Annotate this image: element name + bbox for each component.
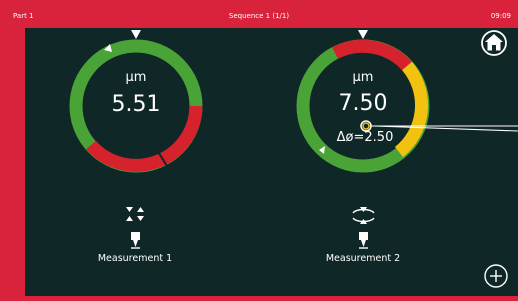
measurement-2-label[interactable]: Measurement 2	[293, 253, 433, 264]
gauge-2-unit: µm	[352, 70, 374, 85]
probe-icon-2	[359, 232, 368, 249]
home-icon[interactable]	[481, 30, 507, 56]
add-icon[interactable]	[484, 264, 508, 288]
clamp-arrows-icon	[126, 207, 144, 221]
gauge-2-delta: Δø=2.50	[336, 130, 394, 145]
gauge-2-value: 7.50	[338, 91, 388, 116]
gauge-2-indicator-dot	[362, 122, 370, 130]
probe-icon-1	[131, 232, 140, 249]
gauge-1-unit: µm	[125, 70, 147, 85]
gauge-1-top-pointer	[131, 30, 141, 39]
ring-gauge-icon	[352, 207, 375, 224]
gauge-2-red-arc	[332, 39, 412, 71]
gauge-2-top-pointer	[358, 30, 368, 39]
measurement-1-label[interactable]: Measurement 1	[65, 253, 205, 264]
gauge-1-value: 5.51	[111, 92, 161, 117]
